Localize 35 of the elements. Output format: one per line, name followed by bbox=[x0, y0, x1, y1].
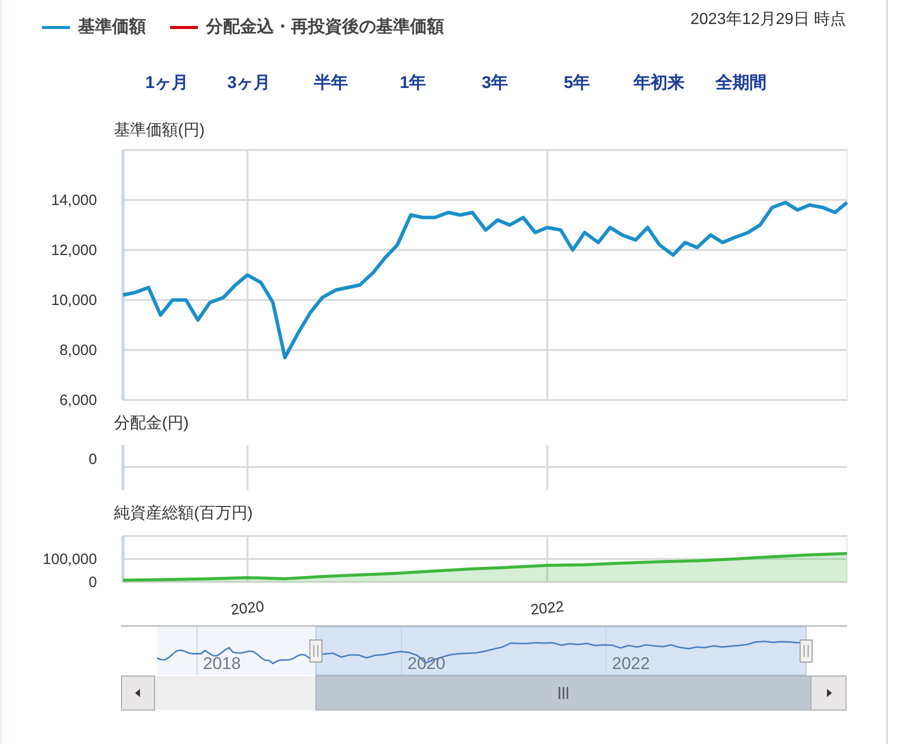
scrollbar-thumb[interactable] bbox=[315, 676, 812, 710]
axis-tick-label: 2020 bbox=[230, 598, 265, 619]
range-button[interactable]: 年初来 bbox=[618, 70, 700, 96]
legend-label: 基準価額 bbox=[78, 16, 146, 38]
legend-label: 分配金込・再投資後の基準価額 bbox=[206, 16, 444, 38]
axis-tick-label: 0 bbox=[88, 451, 97, 468]
chart-title: 純資産総額(百万円) bbox=[114, 504, 253, 524]
range-button[interactable]: 3ヶ月 bbox=[208, 70, 290, 96]
left-arrow-icon bbox=[135, 689, 140, 697]
navigator-handle[interactable] bbox=[309, 640, 322, 662]
chart-title: 基準価額(円) bbox=[114, 120, 205, 141]
navigator-year-label: 2018 bbox=[203, 654, 241, 673]
navigator-selection[interactable] bbox=[315, 626, 807, 676]
axis-tick-label: 2022 bbox=[530, 598, 565, 619]
right-arrow-icon bbox=[827, 689, 832, 697]
axis-tick-label: 6,000 bbox=[59, 392, 97, 409]
scroll-right-button[interactable] bbox=[810, 676, 846, 710]
axis-tick-label: 100,000 bbox=[42, 551, 97, 568]
axis-tick-label: 8,000 bbox=[59, 342, 97, 359]
scroll-left-button[interactable] bbox=[121, 676, 155, 710]
range-button[interactable]: 1ヶ月 bbox=[126, 70, 208, 96]
axis-tick-label: 14,000 bbox=[51, 192, 97, 209]
range-button[interactable]: 半年 bbox=[290, 70, 372, 96]
axis-tick-label: 12,000 bbox=[51, 242, 97, 259]
axis-tick-label: 10,000 bbox=[51, 292, 97, 309]
range-button[interactable]: 3年 bbox=[454, 70, 536, 96]
navigator-year-label: 2022 bbox=[612, 654, 650, 673]
axis-tick-label: 0 bbox=[88, 574, 97, 591]
range-button[interactable]: 5年 bbox=[536, 70, 618, 96]
navigator-year-label: 2020 bbox=[408, 654, 446, 673]
chart-title: 分配金(円) bbox=[114, 414, 189, 434]
range-button[interactable]: 1年 bbox=[372, 70, 454, 96]
as-of-date: 2023年12月29日 時点 bbox=[690, 10, 846, 30]
navigator-handle[interactable] bbox=[800, 640, 813, 662]
range-button[interactable]: 全期間 bbox=[700, 70, 782, 96]
